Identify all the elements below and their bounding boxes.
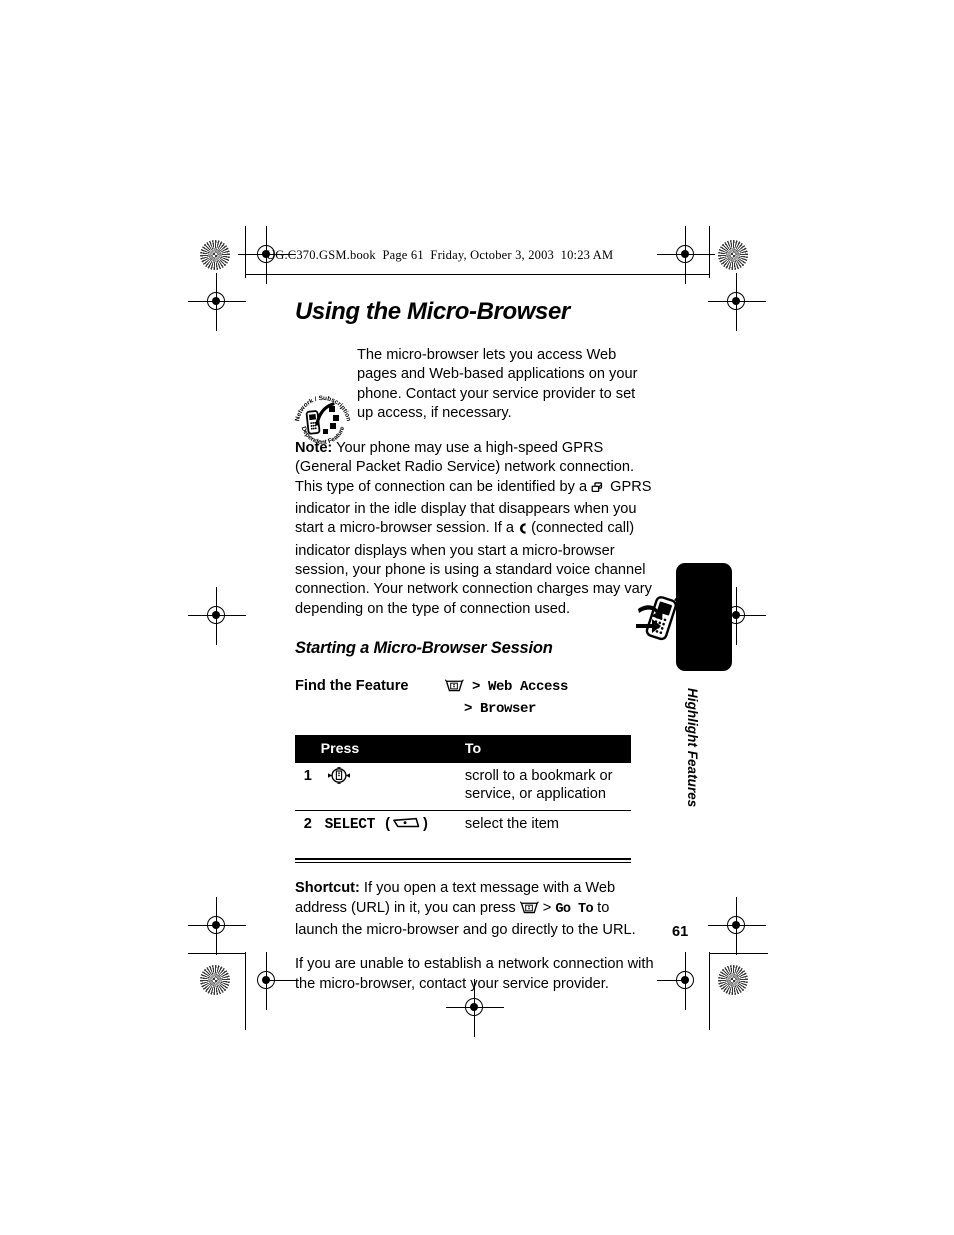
registration-mark-bottom-left xyxy=(238,952,296,1010)
table-bottom-rule-a xyxy=(295,858,631,860)
find-path-line-1: > Web Access xyxy=(444,678,569,700)
find-the-feature-label: Find the Feature xyxy=(295,677,409,694)
step-number: 2 xyxy=(303,815,312,832)
registration-mark-mid-left-upper xyxy=(188,273,246,331)
registration-mark-mid-right-upper xyxy=(708,273,766,331)
gprs-indicator-icon xyxy=(591,481,606,500)
registration-mark-lower-right xyxy=(708,897,766,955)
print-rosette-top-right xyxy=(718,240,748,270)
print-rosette-bottom-left xyxy=(200,965,230,995)
connected-call-icon xyxy=(518,522,527,541)
find-path-text-1: > Web Access xyxy=(472,678,569,695)
shortcut-text-part-2: > xyxy=(538,899,556,916)
page-number: 61 xyxy=(672,924,689,940)
step-press-label: SELECT xyxy=(324,816,376,833)
print-rosette-top-left xyxy=(200,240,230,270)
section-subtitle: Starting a Micro-Browser Session xyxy=(295,638,553,657)
trim-line-left-top xyxy=(245,226,247,278)
registration-mark-bottom-right xyxy=(657,952,715,1010)
registration-mark-top-right xyxy=(657,226,715,284)
trim-line-right-top xyxy=(709,226,711,278)
trim-line-left-bottom xyxy=(245,952,247,1030)
trim-line-bottom-rule-right xyxy=(710,953,768,955)
closing-paragraph: If you are unable to establish a network… xyxy=(295,956,654,992)
steps-table-header: Press To xyxy=(295,734,631,763)
trim-line-right-bottom xyxy=(709,952,711,1030)
step-number: 1 xyxy=(295,762,321,811)
shortcut-command: Go To xyxy=(555,901,594,917)
soft-key-paren-close: ) xyxy=(420,816,430,833)
chapter-tab-label: Highlight Features xyxy=(685,688,700,808)
network-subscription-dependent-feature-icon: Network / Subscription Dependent Feature xyxy=(292,390,354,452)
navigation-key-icon xyxy=(325,766,353,790)
shortcut-paragraph: Shortcut: If you open a text message wit… xyxy=(295,879,655,940)
steps-table: Press To 1 scroll to a bookmark or servi… xyxy=(295,734,631,843)
registration-mark-lower-left xyxy=(188,897,246,955)
soft-key-icon xyxy=(392,817,421,837)
shortcut-label: Shortcut: xyxy=(295,880,360,897)
page-content: Using the Micro-Browser Network / Subscr… xyxy=(294,298,655,1009)
highlight-features-phone-icon xyxy=(634,590,696,650)
print-rosette-bottom-right xyxy=(718,965,748,995)
registration-mark-mid-left xyxy=(188,587,246,645)
table-row: 2 SELECT () select the item xyxy=(295,810,631,842)
note-paragraph: Note: Your phone may use a high-speed GP… xyxy=(295,439,655,619)
step-description: select the item xyxy=(464,815,559,832)
steps-table-body: 1 scroll to a bookmark or service, or ap… xyxy=(295,762,631,843)
step-press-cell: SELECT () xyxy=(321,810,465,842)
find-path-line-2: > Browser xyxy=(464,700,537,717)
intro-block: Network / Subscription Dependent Feature xyxy=(294,346,655,446)
intro-paragraph: The micro-browser lets you access Web pa… xyxy=(357,347,638,421)
column-header-press: Press xyxy=(320,734,465,763)
table-header-row: Press To xyxy=(295,734,631,763)
step-description: scroll to a bookmark or service, or appl… xyxy=(464,762,631,811)
column-header-to: To xyxy=(464,734,631,763)
svg-text:Dependent Feature: Dependent Feature xyxy=(300,425,347,446)
header-rule xyxy=(246,274,710,276)
find-the-feature-row: Find the Feature > Web Access > Browser xyxy=(295,678,655,719)
table-bottom-rule-b xyxy=(295,862,631,864)
trim-line-bottom-rule-left xyxy=(188,953,246,955)
page-title: Using the Micro-Browser xyxy=(295,298,570,325)
menu-key-icon xyxy=(519,900,539,921)
menu-key-icon xyxy=(444,679,464,700)
column-header-number xyxy=(295,734,321,763)
soft-key-paren-open: ( xyxy=(375,816,392,833)
source-file-header: UG.C370.GSM.book Page 61 Friday, October… xyxy=(266,248,614,262)
table-row: 1 scroll to a bookmark or service, or ap… xyxy=(295,762,631,811)
find-the-feature-path: > Web Access > Browser xyxy=(444,678,569,719)
step-press-cell xyxy=(320,762,465,811)
